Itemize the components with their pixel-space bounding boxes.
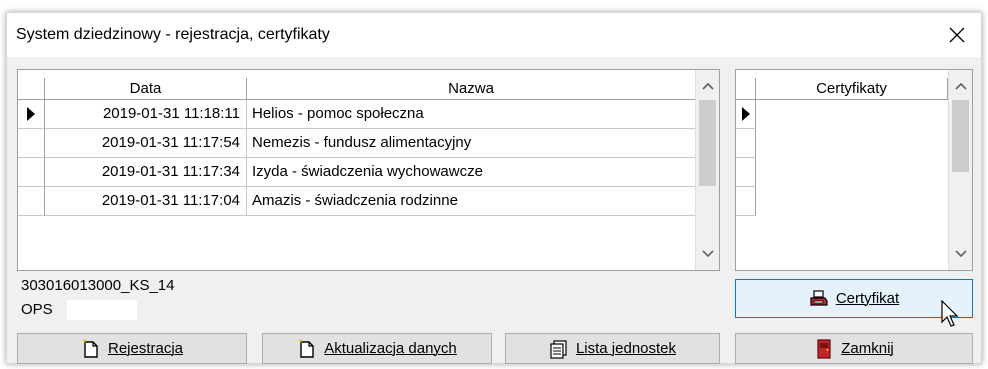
chevron-up-icon	[701, 82, 714, 90]
cert-indicator-column	[736, 100, 756, 216]
rejestracja-button[interactable]: Rejestracja	[17, 333, 247, 364]
indicator-header	[736, 78, 756, 100]
cell-data[interactable]: 2019-01-31 11:18:11	[45, 100, 247, 129]
unit-name-field	[67, 300, 137, 320]
indicator-header	[18, 78, 45, 100]
chevron-down-icon	[954, 250, 967, 258]
row-indicator	[736, 129, 756, 158]
certificates-grid[interactable]: Certyfikaty	[735, 69, 973, 271]
document-list-icon	[550, 339, 567, 359]
unit-code-label: 303016013000_KS_14	[21, 277, 175, 294]
window-title: System dziedzinowy - rejestracja, certyf…	[16, 26, 330, 43]
table-row[interactable]: 2019-01-31 11:17:34 Izyda - świadczenia …	[18, 158, 696, 187]
cell-data[interactable]: 2019-01-31 11:17:04	[45, 187, 247, 216]
row-indicator	[736, 100, 756, 129]
scroll-thumb[interactable]	[699, 100, 716, 186]
certyfikat-button[interactable]: Certyfikat	[735, 279, 973, 318]
column-header-nazwa[interactable]: Nazwa	[247, 78, 696, 100]
rejestracja-button-label: Rejestracja	[107, 340, 184, 357]
grid-body: 2019-01-31 11:18:11 Helios - pomoc społe…	[18, 100, 696, 216]
cert-grid-header: Certyfikaty	[736, 78, 948, 100]
cell-nazwa[interactable]: Nemezis - fundusz alimentacyjny	[247, 129, 696, 158]
current-row-arrow-icon	[741, 107, 750, 121]
close-button[interactable]	[943, 21, 971, 49]
column-header-certyfikaty[interactable]: Certyfikaty	[756, 78, 948, 100]
cell-nazwa[interactable]: Izyda - świadczenia wychowawcze	[247, 158, 696, 187]
exit-door-icon	[817, 338, 831, 359]
unit-type-label: OPS	[21, 301, 53, 318]
cert-vertical-scrollbar[interactable]	[948, 70, 972, 270]
zamknij-button[interactable]: Zamknij	[735, 333, 973, 364]
column-header-data[interactable]: Data	[45, 78, 247, 100]
new-document-icon	[299, 339, 314, 358]
row-indicator	[736, 187, 756, 216]
aktualizacja-button[interactable]: Aktualizacja danych	[262, 333, 492, 364]
scroll-down-button[interactable]	[949, 242, 972, 266]
chevron-down-icon	[701, 250, 714, 258]
cell-data[interactable]: 2019-01-31 11:17:54	[45, 129, 247, 158]
dialog-window: System dziedzinowy - rejestracja, certyf…	[6, 12, 982, 364]
row-indicator	[18, 129, 45, 158]
current-row-arrow-icon	[27, 107, 35, 121]
chevron-up-icon	[954, 82, 967, 90]
close-icon	[949, 27, 965, 43]
certyfikat-button-label: Certyfikat	[835, 290, 900, 307]
scroll-up-button[interactable]	[696, 74, 719, 98]
lista-jednostek-button[interactable]: Lista jednostek	[505, 333, 720, 364]
row-indicator	[736, 158, 756, 187]
cell-nazwa[interactable]: Amazis - świadczenia rodzinne	[247, 187, 696, 216]
row-indicator	[18, 100, 45, 129]
table-row[interactable]: 2019-01-31 11:17:04 Amazis - świadczenia…	[18, 187, 696, 216]
cell-data[interactable]: 2019-01-31 11:17:34	[45, 158, 247, 187]
title-bar: System dziedzinowy - rejestracja, certyf…	[7, 13, 981, 57]
table-row[interactable]: 2019-01-31 11:18:11 Helios - pomoc społe…	[18, 100, 696, 129]
grid-header: Data Nazwa	[18, 78, 696, 100]
scroll-up-button[interactable]	[949, 74, 972, 98]
zamknij-button-label: Zamknij	[841, 340, 894, 357]
row-indicator	[18, 158, 45, 187]
printer-icon	[810, 289, 828, 306]
new-document-icon	[82, 339, 98, 358]
row-indicator	[18, 187, 45, 216]
registrations-grid[interactable]: Data Nazwa 2019-01-31 11:18:11 Helios - …	[17, 69, 720, 271]
vertical-scrollbar[interactable]	[695, 70, 719, 270]
scroll-down-button[interactable]	[696, 242, 719, 266]
table-row[interactable]: 2019-01-31 11:17:54 Nemezis - fundusz al…	[18, 129, 696, 158]
lista-jednostek-button-label: Lista jednostek	[575, 340, 677, 357]
mouse-cursor-icon	[941, 300, 959, 327]
scroll-thumb[interactable]	[952, 100, 969, 172]
cell-nazwa[interactable]: Helios - pomoc społeczna	[247, 100, 696, 129]
aktualizacja-button-label: Aktualizacja danych	[324, 340, 457, 357]
